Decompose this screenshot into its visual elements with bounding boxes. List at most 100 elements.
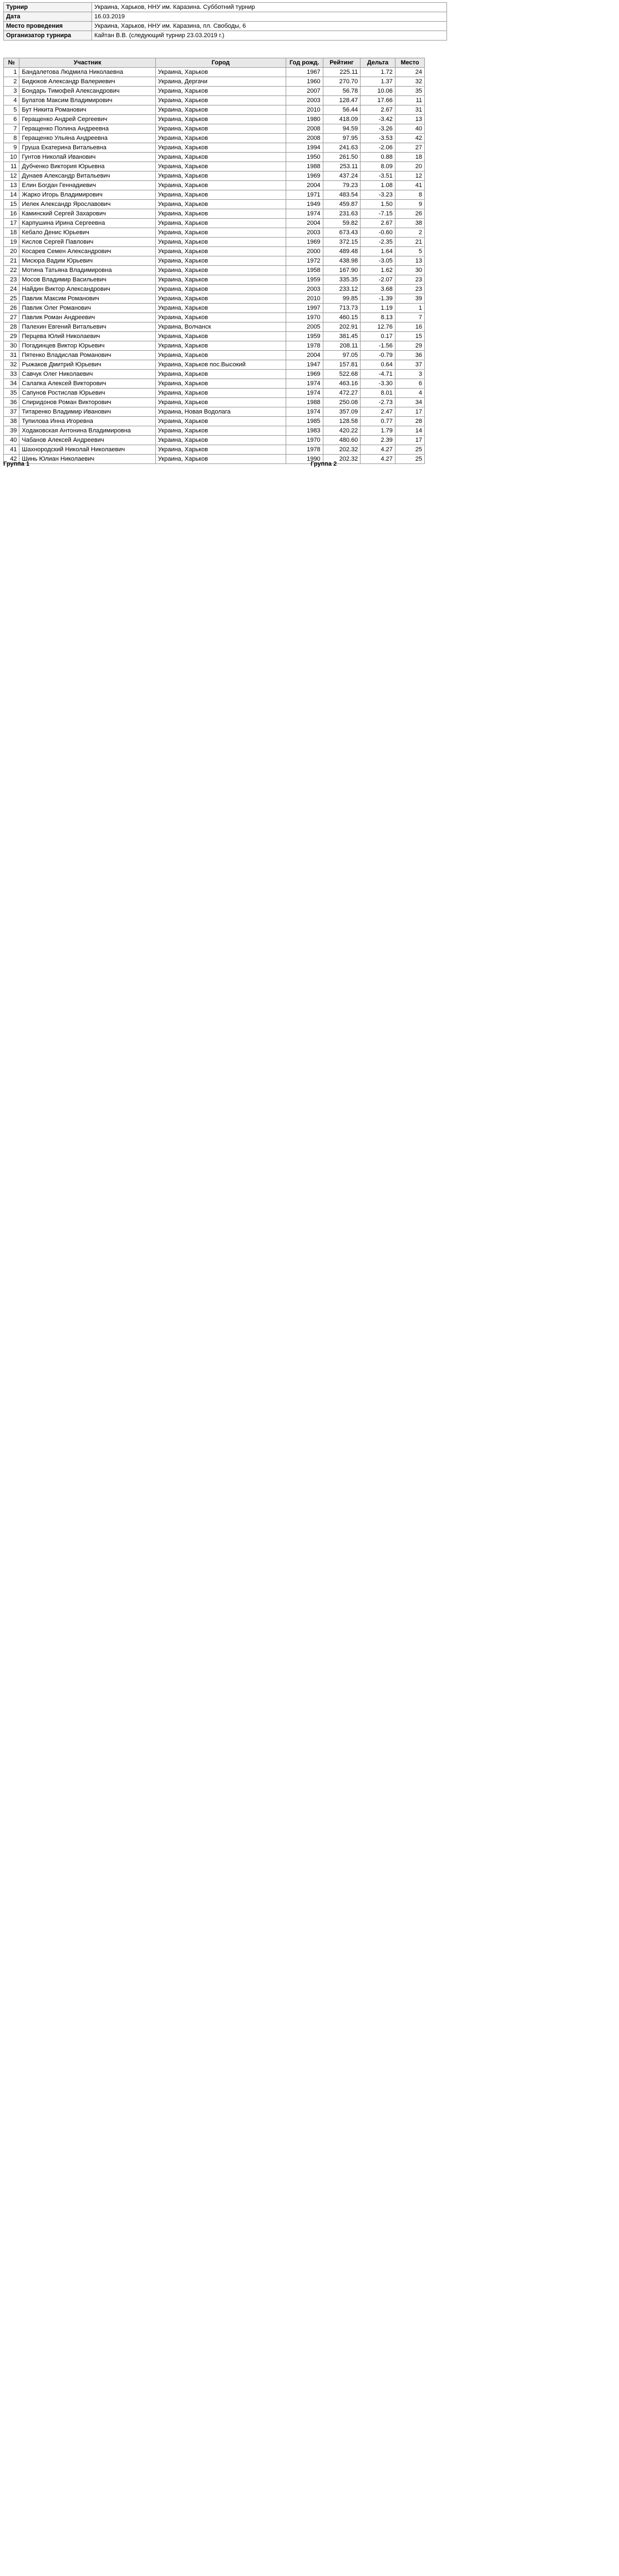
player-n-cell: 2 [3,77,20,87]
player-place-cell: 42 [394,133,425,143]
player-delta-cell: 2.67 [360,218,395,228]
player-year-cell: 2003 [285,228,323,238]
player-year-cell: 1983 [285,426,323,436]
player-rating-cell: 483.54 [322,190,361,200]
player-place-cell: 29 [394,341,425,351]
player-n-cell: 8 [3,133,20,143]
player-place-cell: 7 [394,312,425,322]
player-row: 20 Косарев Семен Александрович Украина, Ха… [3,246,425,256]
player-row: 37 Титаренко Владимир Иванович Украина, Но… [3,407,425,417]
player-delta-cell: 0.77 [360,416,395,426]
player-name-cell: Геращенко Андрей Сергеевич [19,114,156,124]
player-delta-cell: 12.76 [360,322,395,332]
player-place-cell: 25 [394,445,425,455]
player-year-cell: 1969 [285,237,323,247]
player-delta-cell: -2.73 [360,397,395,407]
player-rating-cell: 233.12 [322,284,361,294]
player-name-cell: Шинь Юлиан Николаевич [19,454,156,464]
player-year-cell: 1978 [285,341,323,351]
player-name-cell: Шахнородский Николай Николаевич [19,445,156,455]
player-name-cell: Мотина Татьяна Владимировна [19,265,156,275]
player-rating-cell: 94.59 [322,124,361,134]
player-city-cell: Украина, Харьков [155,331,286,341]
player-rating-cell: 241.63 [322,143,361,153]
player-name-cell: Бидюков Александр Валериевич [19,77,156,87]
player-city-cell: Украина, Харьков [155,199,286,209]
player-n-cell: 22 [3,265,20,275]
player-row: 30 Погадинцев Виктор Юрьевич Украина, Харь… [3,341,425,351]
player-row: 33 Савчук Олег Николаевич Украина, Харьков… [3,369,425,379]
player-name-cell: Павлик Олег Романович [19,303,156,313]
player-rating-cell: 208.11 [322,341,361,351]
player-city-cell: Украина, Харьков [155,124,286,134]
player-delta-cell: 1.08 [360,180,395,190]
player-year-cell: 1980 [285,114,323,124]
player-place-cell: 21 [394,237,425,247]
player-n-cell: 20 [3,246,20,256]
player-row: 4 Булатов Максим Владимирович Украина, Хар… [3,95,425,105]
player-year-cell: 2004 [285,350,323,360]
player-row: 10 Гунтов Николай Иванович Украина, Харько… [3,152,425,162]
player-year-cell: 2003 [285,284,323,294]
player-name-cell: Тупилова Инна Игоревна [19,416,156,426]
player-delta-cell: 8.13 [360,312,395,322]
player-year-cell: 1969 [285,171,323,181]
player-rating-cell: 437.24 [322,171,361,181]
player-city-cell: Украина, Харьков [155,454,286,464]
player-city-cell: Украина, Харьков [155,256,286,266]
player-place-cell: 26 [394,209,425,219]
player-row: 11 Дубченко Виктория Юрьевна Украина, Харь… [3,162,425,172]
player-n-cell: 31 [3,350,20,360]
player-rating-cell: 335.35 [322,275,361,285]
player-rating-cell: 250.08 [322,397,361,407]
player-year-cell: 2000 [285,246,323,256]
player-row: 21 Мисюра Вадим Юрьевич Украина, Харьков 19… [3,256,425,266]
player-row: 35 Сапунов Ростислав Юрьевич Украина, Харь… [3,388,425,398]
player-rating-cell: 56.44 [322,105,361,115]
player-name-cell: Дунаев Александр Витальевич [19,171,156,181]
player-row: 9 Груша Екатерина Витальевна Украина, Харь… [3,143,425,153]
player-place-cell: 17 [394,407,425,417]
player-place-cell: 1 [394,303,425,313]
player-city-cell: Украина, Харьков [155,426,286,436]
player-city-cell: Украина, Харьков [155,435,286,445]
player-row: 32 Рыжаков Дмитрий Юрьевич Украина, Харько… [3,360,425,370]
player-delta-cell: 0.88 [360,152,395,162]
player-year-cell: 1970 [285,435,323,445]
player-rating-cell: 357.09 [322,407,361,417]
player-place-cell: 39 [394,294,425,304]
player-row: 42 Шинь Юлиан Николаевич Украина, Харьков 1… [3,454,425,464]
player-row: 2 Бидюков Александр Валериевич Украина, Де… [3,77,425,87]
player-name-cell: Перцева Юлий Николаевич [19,331,156,341]
player-row: 38 Тупилова Инна Игоревна Украина, Харьков… [3,416,425,426]
player-rating-cell: 459.87 [322,199,361,209]
info-row: Дата 16.03.2019 [3,12,447,22]
player-place-cell: 41 [394,180,425,190]
player-city-cell: Украина, Новая Водолага [155,407,286,417]
player-place-cell: 17 [394,435,425,445]
player-year-cell: 1974 [285,407,323,417]
players-body: 1 Бандалетова Людмила Николаевна Украина, … [3,67,425,464]
player-place-cell: 23 [394,284,425,294]
player-name-cell: Елин Богдан Геннадиевич [19,180,156,190]
player-row: 15 Иелек Александр Ярославович Украина, Ха… [3,199,425,209]
info-value: Украина, Харьков, ННУ им. Каразина. Субб… [92,2,447,12]
player-year-cell: 1949 [285,199,323,209]
player-place-cell: 28 [394,416,425,426]
player-year-cell: 1959 [285,275,323,285]
player-place-cell: 37 [394,360,425,370]
player-rating-cell: 480.60 [322,435,361,445]
player-n-cell: 26 [3,303,20,313]
player-year-cell: 2010 [285,294,323,304]
player-name-cell: Карпушина Ирина Сергеевна [19,218,156,228]
player-place-cell: 36 [394,350,425,360]
player-city-cell: Украина, Харьков пос.Высокий [155,360,286,370]
player-delta-cell: -0.79 [360,350,395,360]
player-delta-cell: 1.50 [360,199,395,209]
player-delta-cell: -3.05 [360,256,395,266]
player-row: 29 Перцева Юлий Николаевич Украина, Харько… [3,331,425,341]
player-row: 23 Мосов Владимир Васильевич Украина, Харь… [3,275,425,285]
player-n-cell: 7 [3,124,20,134]
player-city-cell: Украина, Харьков [155,275,286,285]
player-city-cell: Украина, Харьков [155,369,286,379]
